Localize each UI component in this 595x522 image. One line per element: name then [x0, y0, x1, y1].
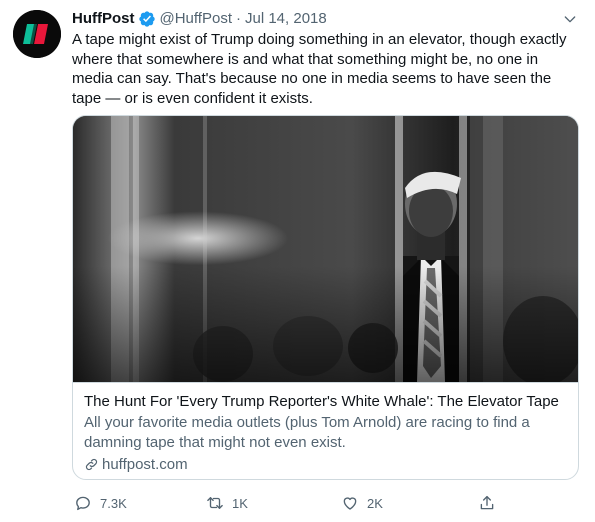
chevron-down-icon[interactable]	[561, 10, 579, 28]
like-button[interactable]: 2K	[341, 492, 383, 514]
verified-icon	[138, 10, 156, 28]
card-domain: huffpost.com	[102, 456, 188, 473]
like-count: 2K	[367, 495, 383, 511]
card-image[interactable]	[73, 116, 578, 382]
share-button[interactable]	[478, 492, 504, 514]
reply-button[interactable]: 7.3K	[74, 492, 127, 514]
like-icon	[341, 494, 359, 512]
author-handle[interactable]: @HuffPost	[160, 9, 232, 29]
retweet-count: 1K	[232, 495, 248, 511]
tweet-text: A tape might exist of Trump doing someth…	[72, 31, 567, 107]
card-body: The Hunt For 'Every Trump Reporter's Whi…	[73, 382, 578, 479]
action-bar: 7.3K 1K 2K	[72, 492, 512, 514]
share-icon	[478, 494, 496, 512]
reply-icon	[74, 494, 92, 512]
tweet-date[interactable]: Jul 14, 2018	[245, 9, 327, 29]
card-domain-row: huffpost.com	[84, 455, 567, 474]
reply-count: 7.3K	[100, 495, 127, 511]
separator: ·	[235, 10, 241, 27]
retweet-icon	[206, 494, 224, 512]
huffpost-logo	[13, 10, 61, 58]
avatar[interactable]	[13, 10, 61, 58]
card-description: All your favorite media outlets (plus To…	[84, 414, 530, 451]
author-name[interactable]: HuffPost	[72, 9, 135, 29]
card-title: The Hunt For 'Every Trump Reporter's Whi…	[84, 393, 559, 410]
link-icon	[84, 457, 99, 472]
link-card[interactable]: The Hunt For 'Every Trump Reporter's Whi…	[72, 115, 579, 480]
tweet-header: HuffPost @HuffPost · Jul 14, 2018	[72, 9, 579, 29]
retweet-button[interactable]: 1K	[206, 492, 248, 514]
